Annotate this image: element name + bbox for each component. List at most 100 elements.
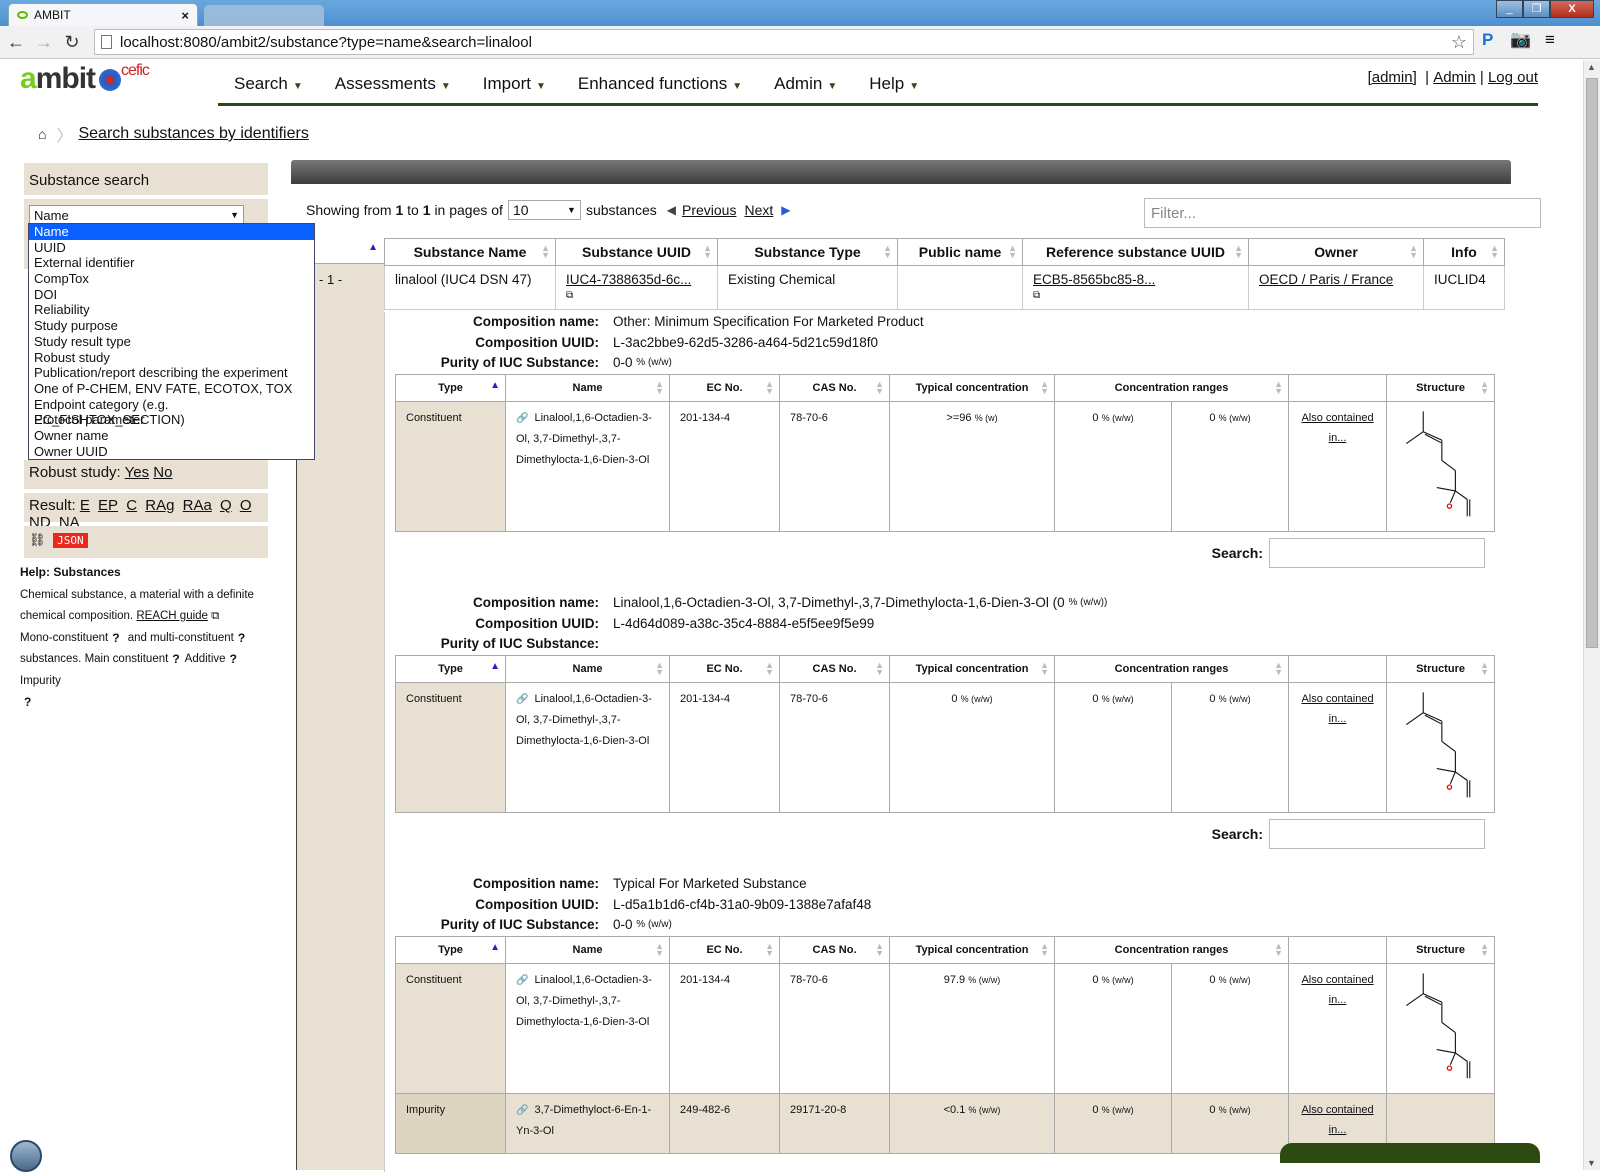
sort-icon[interactable]: ▲ ▼ bbox=[883, 244, 892, 260]
col-type[interactable]: Type ▲ bbox=[395, 373, 506, 402]
col-typical[interactable]: Typical concentration ▲ ▼ bbox=[889, 373, 1055, 402]
col-cas[interactable]: CAS No. ▲ ▼ bbox=[779, 935, 890, 964]
col-ec[interactable]: EC No. ▲ ▼ bbox=[669, 654, 780, 683]
also-contained-link[interactable]: Also contained in... bbox=[1301, 693, 1373, 726]
col-ec[interactable]: EC No. ▲ ▼ bbox=[669, 935, 780, 964]
sort-asc-icon[interactable]: ▲ bbox=[490, 661, 500, 672]
sort-icon[interactable]: ▲ ▼ bbox=[655, 379, 664, 395]
sort-icon[interactable]: ▲ ▼ bbox=[875, 379, 884, 395]
page-size-select[interactable]: 10 ▼ bbox=[507, 200, 581, 220]
sort-asc-icon[interactable]: ▲ bbox=[490, 380, 500, 391]
sort-icon[interactable]: ▲ ▼ bbox=[875, 941, 884, 957]
close-window-button[interactable]: X bbox=[1550, 0, 1594, 18]
col-type[interactable]: Type ▲ bbox=[395, 654, 506, 683]
col-name[interactable]: Name ▲ ▼ bbox=[505, 373, 670, 402]
option-topcategory[interactable]: One of P-CHEM, ENV FATE, ECOTOX, TOX bbox=[29, 381, 314, 397]
option-owner-name[interactable]: Owner name bbox=[29, 428, 314, 444]
col-owner[interactable]: Owner ▲ ▼ bbox=[1248, 238, 1424, 266]
option-external-identifier[interactable]: External identifier bbox=[29, 255, 314, 271]
sort-icon[interactable]: ▲ ▼ bbox=[1040, 379, 1049, 395]
sort-icon[interactable]: ▲ ▼ bbox=[765, 379, 774, 395]
col-structure[interactable]: Structure ▲ ▼ bbox=[1386, 654, 1495, 683]
option-doi[interactable]: DOI bbox=[29, 287, 314, 303]
forward-icon[interactable]: → bbox=[32, 32, 56, 53]
col-typical[interactable]: Typical concentration ▲ ▼ bbox=[889, 935, 1055, 964]
search-type-dropdown[interactable]: Name UUID External identifier CompTox DO… bbox=[28, 223, 315, 460]
scroll-down-icon[interactable]: ▼ bbox=[1587, 1158, 1596, 1168]
sort-icon[interactable]: ▲ ▼ bbox=[1040, 660, 1049, 676]
result-link-c[interactable]: C bbox=[126, 497, 137, 514]
sort-icon[interactable]: ▲ ▼ bbox=[765, 660, 774, 676]
col-substance-name[interactable]: Substance Name ▲ ▼ bbox=[384, 238, 556, 266]
option-endpoint-category[interactable]: Endpoint category (e.g. EC_FISHTOX_SECTI… bbox=[29, 397, 314, 428]
reference-uuid-link[interactable]: ECB5-8565bc85-8... bbox=[1033, 272, 1155, 287]
sort-icon[interactable]: ▲ ▼ bbox=[655, 941, 664, 957]
logout-link[interactable]: Log out bbox=[1488, 69, 1538, 86]
sort-icon[interactable]: ▲ ▼ bbox=[1480, 941, 1489, 957]
link-icon[interactable]: 🔗 bbox=[516, 413, 528, 424]
owner-link[interactable]: OECD / Paris / France bbox=[1259, 272, 1393, 287]
scroll-up-icon[interactable]: ▲ bbox=[1587, 62, 1596, 72]
sort-asc-icon[interactable]: ▲ bbox=[368, 242, 378, 253]
col-cas[interactable]: CAS No. ▲ ▼ bbox=[779, 373, 890, 402]
help-question-icon[interactable]: ? bbox=[112, 631, 119, 645]
option-comptox[interactable]: CompTox bbox=[29, 271, 314, 287]
nav-admin[interactable]: Admin ▼ bbox=[758, 70, 853, 103]
ambit-logo[interactable]: ambit cefic bbox=[20, 62, 150, 96]
nav-import[interactable]: Import ▼ bbox=[467, 70, 562, 103]
sort-icon[interactable]: ▲ ▼ bbox=[541, 244, 550, 260]
sort-icon[interactable]: ▲ ▼ bbox=[1490, 244, 1499, 260]
help-question-icon[interactable]: ? bbox=[24, 695, 31, 709]
col-reference-uuid[interactable]: Reference substance UUID ▲ ▼ bbox=[1022, 238, 1249, 266]
col-name[interactable]: Name ▲ ▼ bbox=[505, 654, 670, 683]
scrollbar-thumb[interactable] bbox=[1586, 78, 1598, 648]
sort-icon[interactable]: ▲ ▼ bbox=[765, 941, 774, 957]
minimize-button[interactable]: _ bbox=[1496, 0, 1523, 18]
option-publication[interactable]: Publication/report describing the experi… bbox=[29, 365, 314, 381]
nav-enhanced-functions[interactable]: Enhanced functions ▼ bbox=[562, 70, 758, 103]
link-icon[interactable]: 🔗 bbox=[516, 1105, 528, 1116]
browser-tab-background[interactable] bbox=[204, 5, 324, 26]
link-icon[interactable]: 🔗 bbox=[516, 694, 528, 705]
link-chain-icon[interactable]: ⛓ bbox=[29, 532, 46, 547]
browser-tab-ambit[interactable]: AMBIT × bbox=[8, 3, 198, 26]
result-link-rag[interactable]: RAg bbox=[145, 497, 174, 514]
col-typical[interactable]: Typical concentration ▲ ▼ bbox=[889, 654, 1055, 683]
copy-icon[interactable]: ⧉ bbox=[1033, 290, 1238, 301]
result-link-e[interactable]: E bbox=[80, 497, 90, 514]
sort-icon[interactable]: ▲ ▼ bbox=[1409, 244, 1418, 260]
robust-no-link[interactable]: No bbox=[153, 464, 172, 481]
extension-p-icon[interactable]: P bbox=[1482, 30, 1493, 50]
sort-asc-icon[interactable]: ▲ bbox=[490, 942, 500, 953]
also-contained-link[interactable]: Also contained in... bbox=[1301, 1104, 1373, 1137]
also-contained-link[interactable]: Also contained in... bbox=[1301, 974, 1373, 1007]
nav-search[interactable]: Search ▼ bbox=[218, 70, 319, 103]
composition-search-input[interactable] bbox=[1269, 537, 1485, 568]
robust-yes-link[interactable]: Yes bbox=[125, 464, 149, 481]
sort-icon[interactable]: ▲ ▼ bbox=[875, 660, 884, 676]
admin-link[interactable]: Admin bbox=[1433, 69, 1476, 86]
nav-assessments[interactable]: Assessments ▼ bbox=[319, 70, 467, 103]
option-uuid[interactable]: UUID bbox=[29, 240, 314, 256]
next-link[interactable]: Next bbox=[744, 202, 773, 218]
also-contained-link[interactable]: Also contained in... bbox=[1301, 412, 1373, 445]
col-info[interactable]: Info ▲ ▼ bbox=[1423, 238, 1505, 266]
substance-uuid-link[interactable]: IUC4-7388635d-6c... bbox=[566, 272, 691, 287]
filter-input[interactable]: Filter... bbox=[1144, 198, 1541, 228]
menu-icon[interactable]: ≡ bbox=[1545, 30, 1555, 50]
result-link-ep[interactable]: EP bbox=[98, 497, 118, 514]
sort-icon[interactable]: ▲ ▼ bbox=[1040, 941, 1049, 957]
col-substance-uuid[interactable]: Substance UUID ▲ ▼ bbox=[555, 238, 718, 266]
back-icon[interactable]: ← bbox=[4, 32, 28, 53]
help-question-icon[interactable]: ? bbox=[172, 652, 179, 666]
help-question-icon[interactable]: ? bbox=[230, 652, 237, 666]
option-robust-study[interactable]: Robust study bbox=[29, 350, 314, 366]
json-export-button[interactable]: JSON bbox=[53, 533, 88, 548]
sort-icon[interactable]: ▲ ▼ bbox=[655, 660, 664, 676]
option-reliability[interactable]: Reliability bbox=[29, 302, 314, 318]
option-study-purpose[interactable]: Study purpose bbox=[29, 318, 314, 334]
user-admin-link[interactable]: [admin] bbox=[1368, 69, 1417, 86]
result-link-q[interactable]: Q bbox=[220, 497, 232, 514]
sort-icon[interactable]: ▲ ▼ bbox=[1274, 941, 1283, 957]
col-ec[interactable]: EC No. ▲ ▼ bbox=[669, 373, 780, 402]
